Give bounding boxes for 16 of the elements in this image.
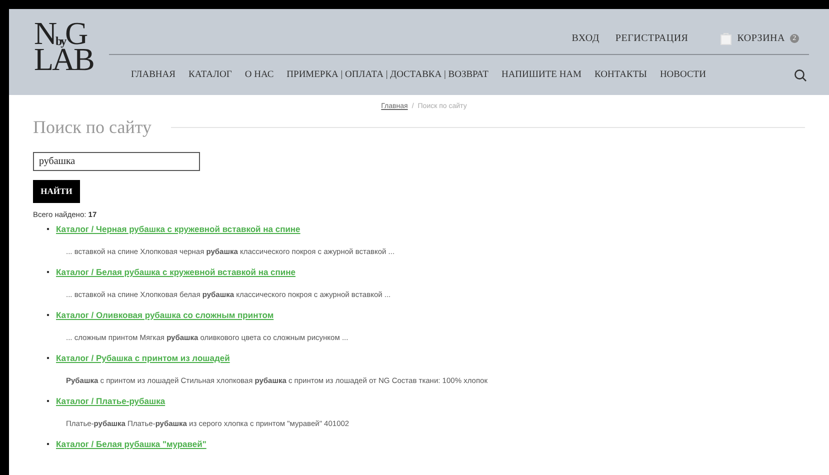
nav-link[interactable]: О НАС — [244, 68, 274, 82]
search-icon[interactable] — [794, 68, 807, 82]
nav-link[interactable]: КАТАЛОГ — [188, 68, 232, 82]
nav-link[interactable]: КОНТАКТЫ — [594, 68, 647, 82]
nav-link[interactable]: ПРИМЕРКА | ОПЛАТА | ДОСТАВКА | ВОЗВРАТ — [286, 68, 488, 82]
search-button[interactable]: НАЙТИ — [33, 180, 80, 202]
header-link[interactable]: ВХОД — [572, 31, 600, 46]
logo[interactable]: NbyG LAB — [9, 9, 109, 95]
nav-link[interactable]: ГЛАВНАЯ — [131, 68, 176, 82]
search-field[interactable]: рубашка — [33, 152, 200, 170]
cart-link[interactable]: КОРЗИНА — [737, 31, 785, 46]
page-title: Поиск по сайту — [33, 116, 152, 139]
shopping-bag-icon — [720, 32, 732, 45]
header-link[interactable]: РЕГИСТРАЦИЯ — [615, 31, 688, 46]
nav-link[interactable]: НАПИШИТЕ НАМ — [501, 68, 582, 82]
nav-link[interactable]: НОВОСТИ — [660, 68, 706, 82]
